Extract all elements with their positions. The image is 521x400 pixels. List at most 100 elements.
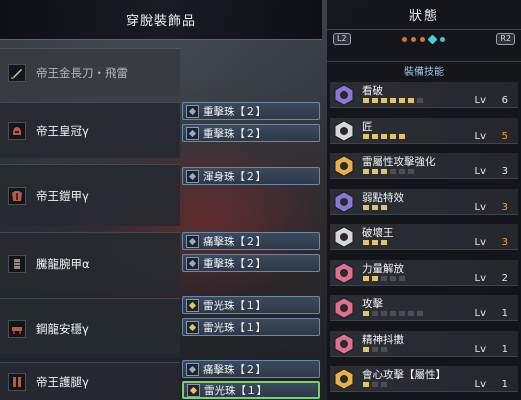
skill-row[interactable]: 弱點特效 Lv 3	[330, 188, 518, 215]
skill-pip	[371, 274, 379, 282]
decoration-label: 雷光珠【１】	[203, 321, 266, 334]
skill-pip	[380, 239, 388, 246]
jewel-icon	[186, 320, 199, 334]
level-label: Lv	[474, 201, 487, 213]
skill-name: 破壞王	[362, 227, 394, 239]
waist-icon	[8, 319, 26, 338]
skill-pip	[380, 381, 388, 388]
skill-pip	[380, 168, 388, 175]
level-label: Lv	[474, 343, 487, 355]
skill-pip	[389, 132, 397, 140]
level-value: 6	[501, 95, 508, 106]
skill-pip	[380, 132, 388, 140]
skill-level: Lv 6	[475, 95, 509, 106]
skill-pip	[362, 381, 370, 388]
skill-level: Lv 1	[475, 308, 509, 319]
decoration-slot[interactable]: 重擊珠【２】	[182, 254, 320, 272]
level-value: 3	[501, 237, 508, 248]
page-dot	[419, 36, 425, 42]
equipment-row-chest[interactable]: 帝王鎧甲γ	[0, 164, 180, 226]
skill-pip	[371, 132, 379, 140]
equipment-row-head[interactable]: 帝王皇冠γ	[0, 102, 180, 158]
skill-pip	[416, 310, 424, 317]
skill-pip	[389, 97, 397, 104]
skill-level: Lv 3	[475, 166, 509, 177]
skill-row[interactable]: 力量解放 Lv 2	[330, 259, 518, 286]
skill-level: Lv 5	[475, 131, 509, 142]
skill-row[interactable]: 雷屬性攻擊強化 Lv 3	[330, 153, 518, 179]
level-value: 1	[501, 343, 508, 355]
skill-pip	[407, 168, 415, 175]
skill-row[interactable]: 看破 Lv 6	[330, 82, 518, 108]
skill-icon	[334, 332, 354, 355]
section-header: 裝備技能	[327, 61, 521, 79]
skill-pip	[407, 97, 415, 104]
jewel-icon	[186, 256, 199, 270]
skill-icon	[334, 368, 354, 390]
level-value: 5	[501, 130, 508, 142]
skill-icon	[334, 155, 354, 177]
decoration-slot-selected[interactable]: 雷光珠【１】	[182, 381, 320, 399]
jewel-icon	[186, 234, 199, 248]
skill-pip	[362, 97, 370, 104]
equipment-row-weapon[interactable]: 帝王金長刀・飛雷	[0, 48, 180, 96]
equipment-name: 騰龍腕甲α	[36, 256, 90, 271]
decoration-slot[interactable]: 痛擊珠【２】	[182, 360, 320, 378]
equipment-name: 帝王金長刀・飛雷	[36, 65, 128, 80]
decoration-slot[interactable]: 雷光珠【１】	[182, 318, 320, 336]
skill-name: 精神抖擻	[362, 333, 404, 346]
skill-pip	[362, 168, 370, 175]
skill-row[interactable]: 會心攻擊【屬性】 Lv 1	[330, 366, 518, 392]
skill-row[interactable]: 精神抖擻 Lv 1	[330, 330, 518, 357]
skill-pip	[362, 239, 370, 246]
skill-pip	[371, 203, 379, 211]
arms-icon	[8, 254, 26, 273]
decoration-slot[interactable]: 雷光珠【１】	[182, 296, 320, 314]
skill-pip	[407, 310, 415, 317]
r2-button[interactable]: R2	[496, 33, 515, 45]
skill-icon	[334, 119, 354, 142]
skill-pip	[416, 97, 424, 104]
skill-icon	[334, 261, 354, 284]
skill-pip	[362, 203, 370, 211]
page-nav: L2 R2	[333, 31, 515, 47]
weapon-icon	[8, 63, 26, 82]
skill-level: Lv 3	[475, 202, 509, 213]
equipment-name: 帝王護腿γ	[36, 374, 89, 389]
decoration-label: 雷光珠【１】	[203, 299, 266, 312]
skill-row[interactable]: 匠 Lv 5	[330, 117, 518, 144]
skill-row[interactable]: 破壞王 Lv 3	[330, 224, 518, 250]
equipment-row-legs[interactable]: 帝王護腿γ	[0, 362, 180, 400]
skill-pip	[380, 345, 388, 353]
skill-level-bar	[362, 345, 388, 353]
skill-row[interactable]: 攻擊 Lv 1	[330, 295, 518, 321]
equipment-row-arms[interactable]: 騰龍腕甲α	[0, 232, 180, 294]
jewel-icon	[186, 362, 199, 376]
skill-pip	[371, 345, 379, 353]
decoration-slot[interactable]: 痛擊珠【２】	[182, 232, 320, 250]
page-dot	[439, 36, 445, 42]
equipment-name: 鋼龍安穩γ	[36, 321, 89, 336]
page-indicator	[401, 34, 445, 44]
l2-button[interactable]: L2	[333, 33, 351, 45]
skill-icon	[334, 190, 354, 213]
skill-level: Lv 1	[475, 379, 509, 390]
level-label: Lv	[474, 130, 487, 142]
decoration-slot[interactable]: 渾身珠【２】	[182, 167, 320, 185]
level-label: Lv	[474, 308, 487, 319]
skill-name: 雷屬性攻擊強化	[362, 156, 436, 168]
level-value: 1	[501, 308, 508, 319]
decoration-slot[interactable]: 重擊珠【２】	[182, 124, 320, 142]
status-title: 狀態	[327, 0, 521, 30]
skill-pip	[380, 274, 388, 282]
decoration-slot[interactable]: 重擊珠【２】	[182, 102, 320, 120]
equipment-row-waist[interactable]: 鋼龍安穩γ	[0, 298, 180, 358]
skill-pip	[398, 310, 406, 317]
level-value: 1	[501, 379, 508, 390]
level-label: Lv	[474, 95, 487, 106]
legs-icon	[8, 372, 26, 391]
skill-pip	[380, 97, 388, 104]
skill-pip	[389, 310, 397, 317]
skill-name: 會心攻擊【屬性】	[362, 369, 446, 381]
level-value: 3	[501, 166, 508, 177]
